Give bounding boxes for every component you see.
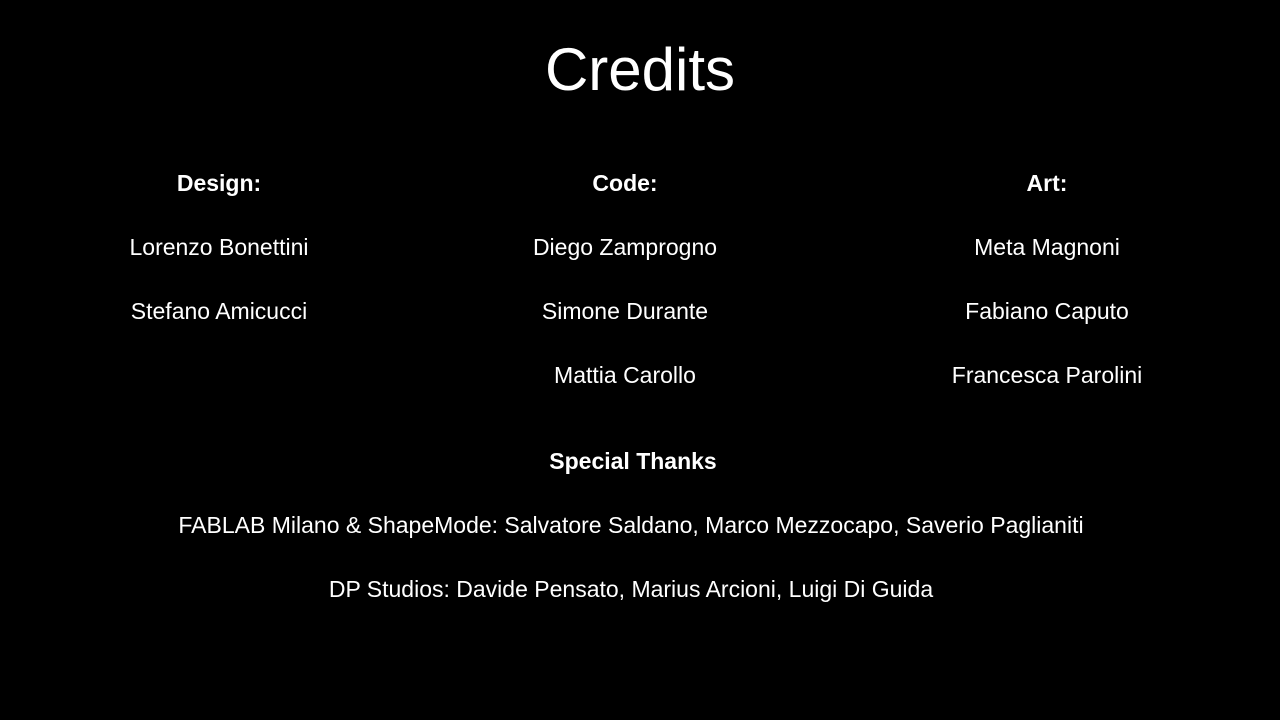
special-thanks-list: FABLAB Milano & ShapeMode: Salvatore Sal… [0,508,1262,636]
special-thanks-line: FABLAB Milano & ShapeMode: Salvatore Sal… [178,512,1084,538]
code-credit-name: Diego Zamprogno [532,234,718,260]
design-heading: Design: [176,170,262,196]
art-heading: Art: [1026,170,1068,196]
special-thanks-heading: Special Thanks [549,448,717,474]
code-name-list: Diego Zamprogno Simone Durante Mattia Ca… [425,230,825,392]
code-column: Code: Diego Zamprogno Simone Durante Mat… [425,166,825,392]
credits-title: Credits [544,36,736,103]
design-credit-name: Stefano Amicucci [130,298,308,324]
art-credit-name: Meta Magnoni [974,234,1120,260]
design-column: Design: Lorenzo Bonettini Stefano Amicuc… [19,166,419,328]
art-column: Art: Meta Magnoni Fabiano Caputo Frances… [847,166,1247,392]
special-thanks-line: DP Studios: Davide Pensato, Marius Arcio… [328,576,934,602]
art-credit-name: Fabiano Caputo [965,298,1129,324]
art-name-list: Meta Magnoni Fabiano Caputo Francesca Pa… [847,230,1247,392]
art-credit-name: Francesca Parolini [951,362,1143,388]
design-credit-name: Lorenzo Bonettini [129,234,309,260]
code-credit-name: Simone Durante [541,298,709,324]
code-credit-name: Mattia Carollo [554,362,696,388]
code-heading: Code: [592,170,658,196]
design-name-list: Lorenzo Bonettini Stefano Amicucci [19,230,419,328]
